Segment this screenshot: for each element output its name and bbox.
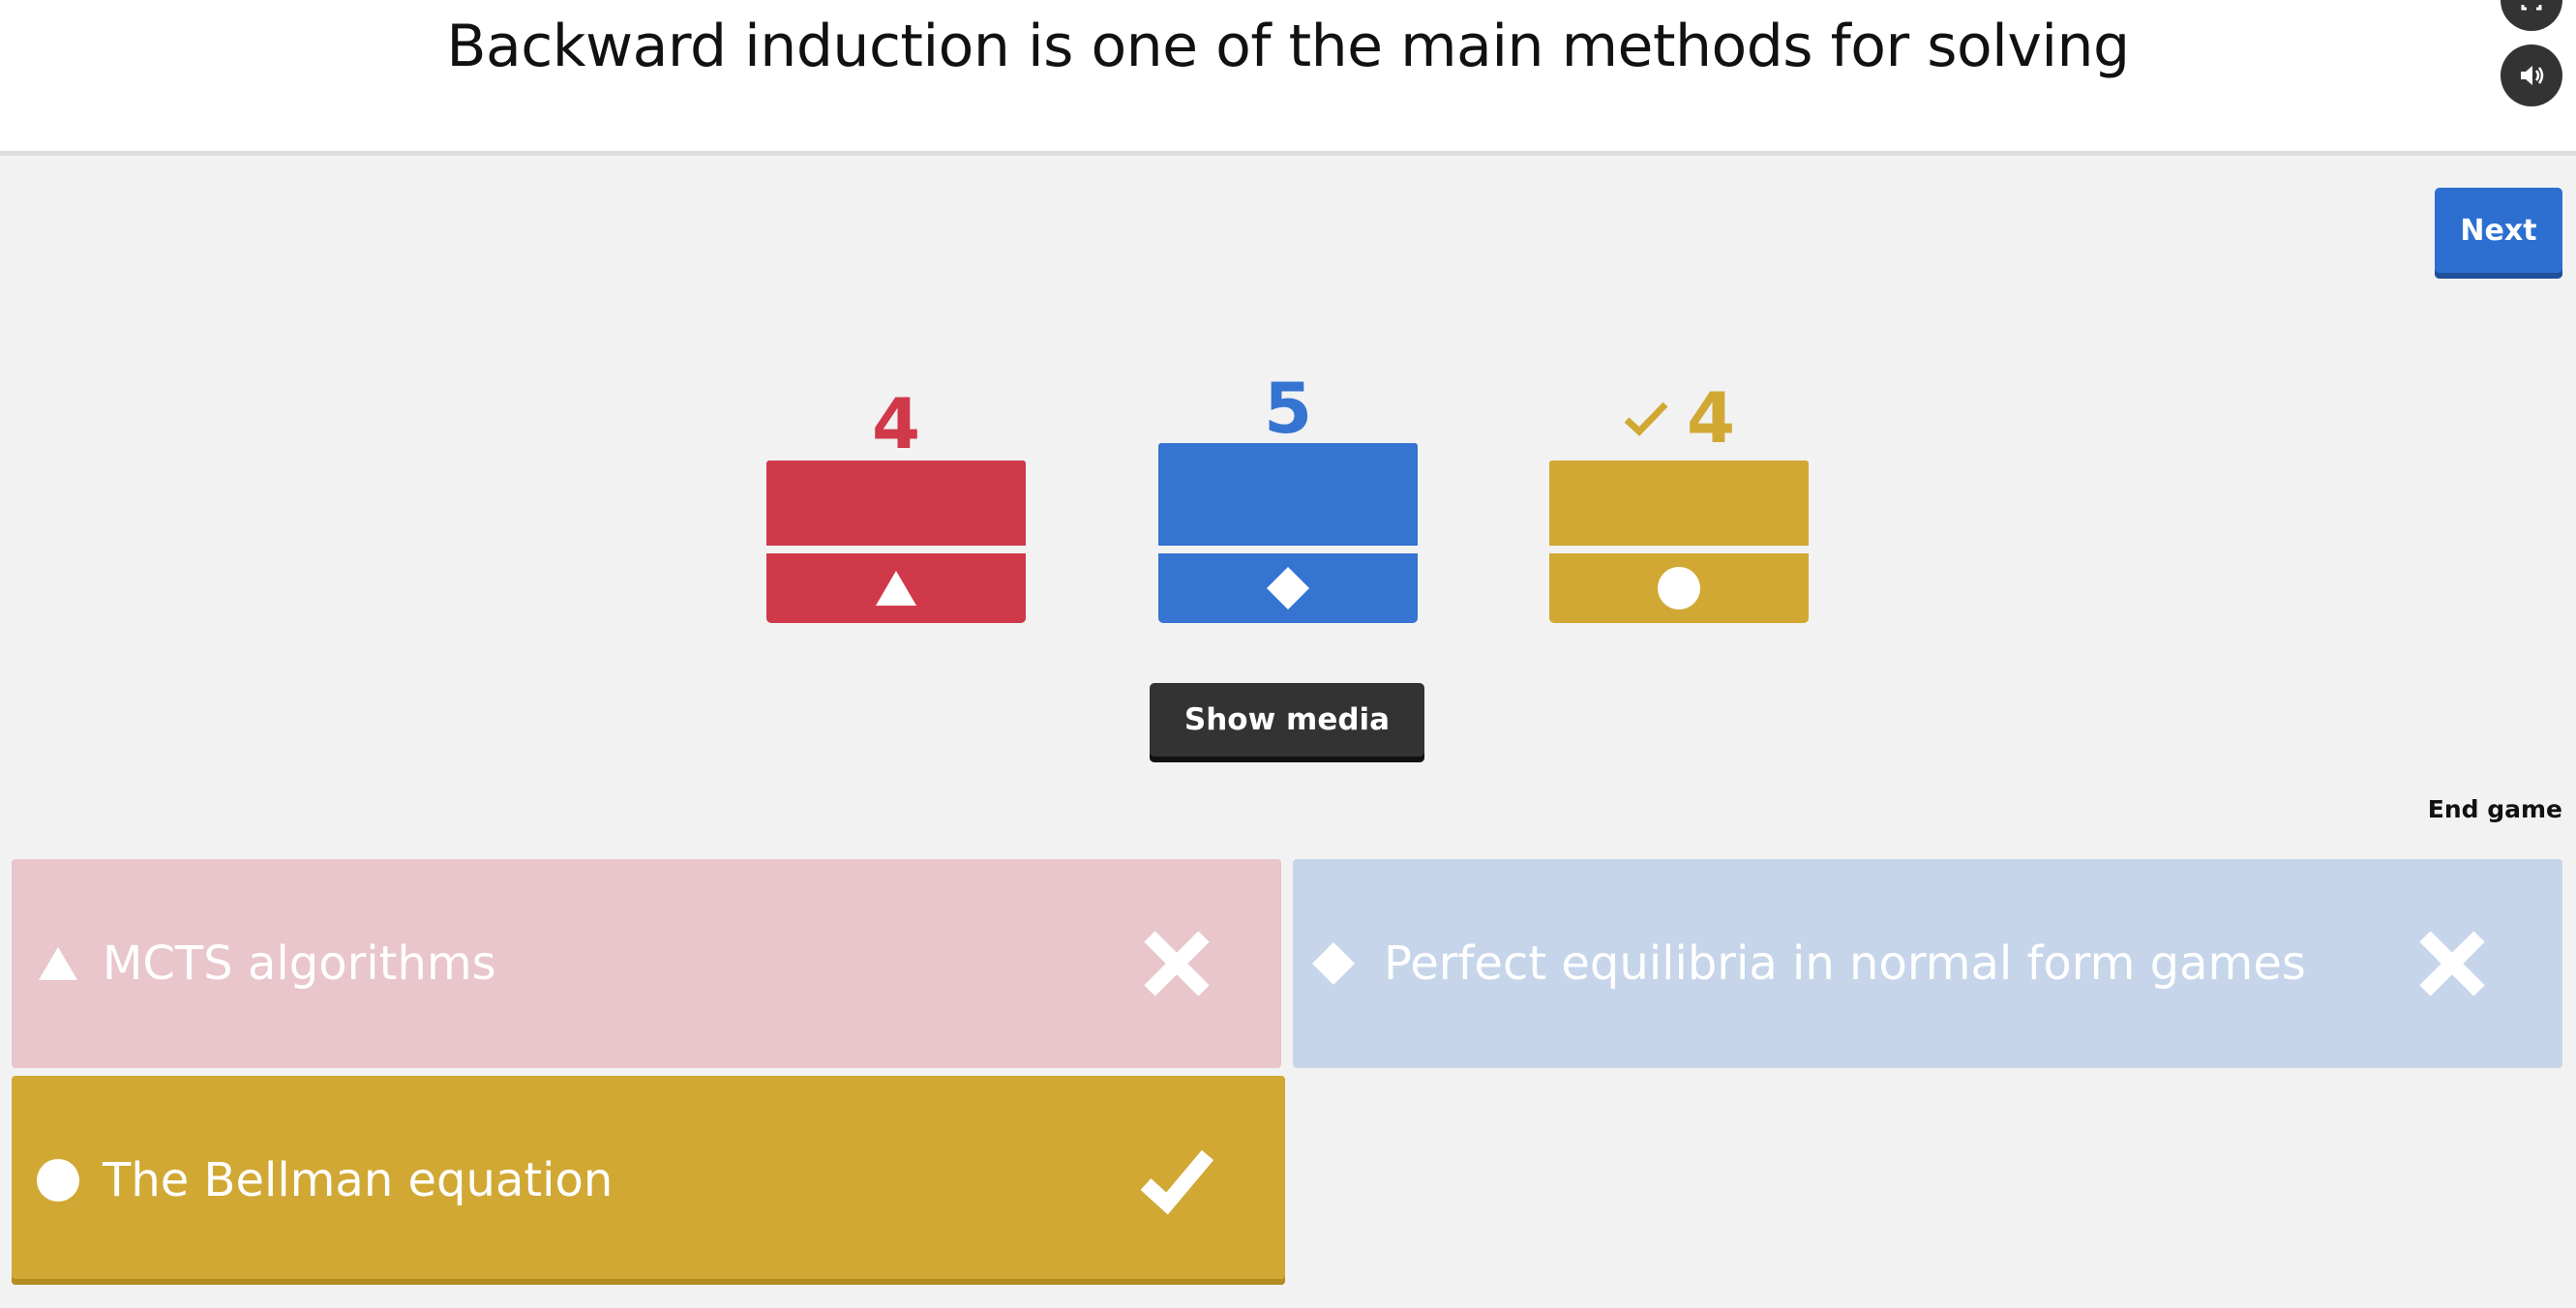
check-icon [1138,1142,1215,1219]
fullscreen-icon [2521,5,2542,11]
answer-text: Perfect equilibria in normal form games [1384,936,2306,991]
next-button[interactable]: Next [2435,188,2562,279]
result-base [1158,553,1418,623]
result-base [766,553,1026,623]
answer-text: The Bellman equation [103,1153,614,1207]
answer-option-circle: The Bellman equation [12,1076,1285,1285]
circle-icon [1658,567,1700,609]
check-icon [1624,401,1668,436]
sound-icon [2521,66,2544,85]
triangle-icon [876,571,916,606]
circle-icon [35,1157,81,1204]
diamond-icon [1310,940,1357,987]
result-count: 4 [1686,377,1736,459]
result-count: 4 [871,383,921,464]
answer-option-triangle: MCTS algorithms [12,859,1281,1068]
answer-text: MCTS algorithms [103,936,496,991]
sound-button[interactable] [2501,45,2562,106]
result-bar [766,461,1026,546]
triangle-icon [35,940,81,987]
end-game-link[interactable]: End game [2410,795,2562,823]
diamond-icon [1267,567,1309,609]
result-base [1549,553,1809,623]
question-header: Backward induction is one of the main me… [0,0,2576,156]
question-title: Backward induction is one of the main me… [446,13,2130,80]
answer-option-diamond: Perfect equilibria in normal form games [1293,859,2562,1068]
result-bar [1158,443,1418,546]
cross-icon [2413,925,2491,1002]
result-count: 5 [1263,368,1313,449]
show-media-button[interactable]: Show media [1150,683,1424,762]
result-count-row: 4 [1549,383,1809,453]
cross-icon [1138,925,1215,1002]
result-bar [1549,461,1809,546]
